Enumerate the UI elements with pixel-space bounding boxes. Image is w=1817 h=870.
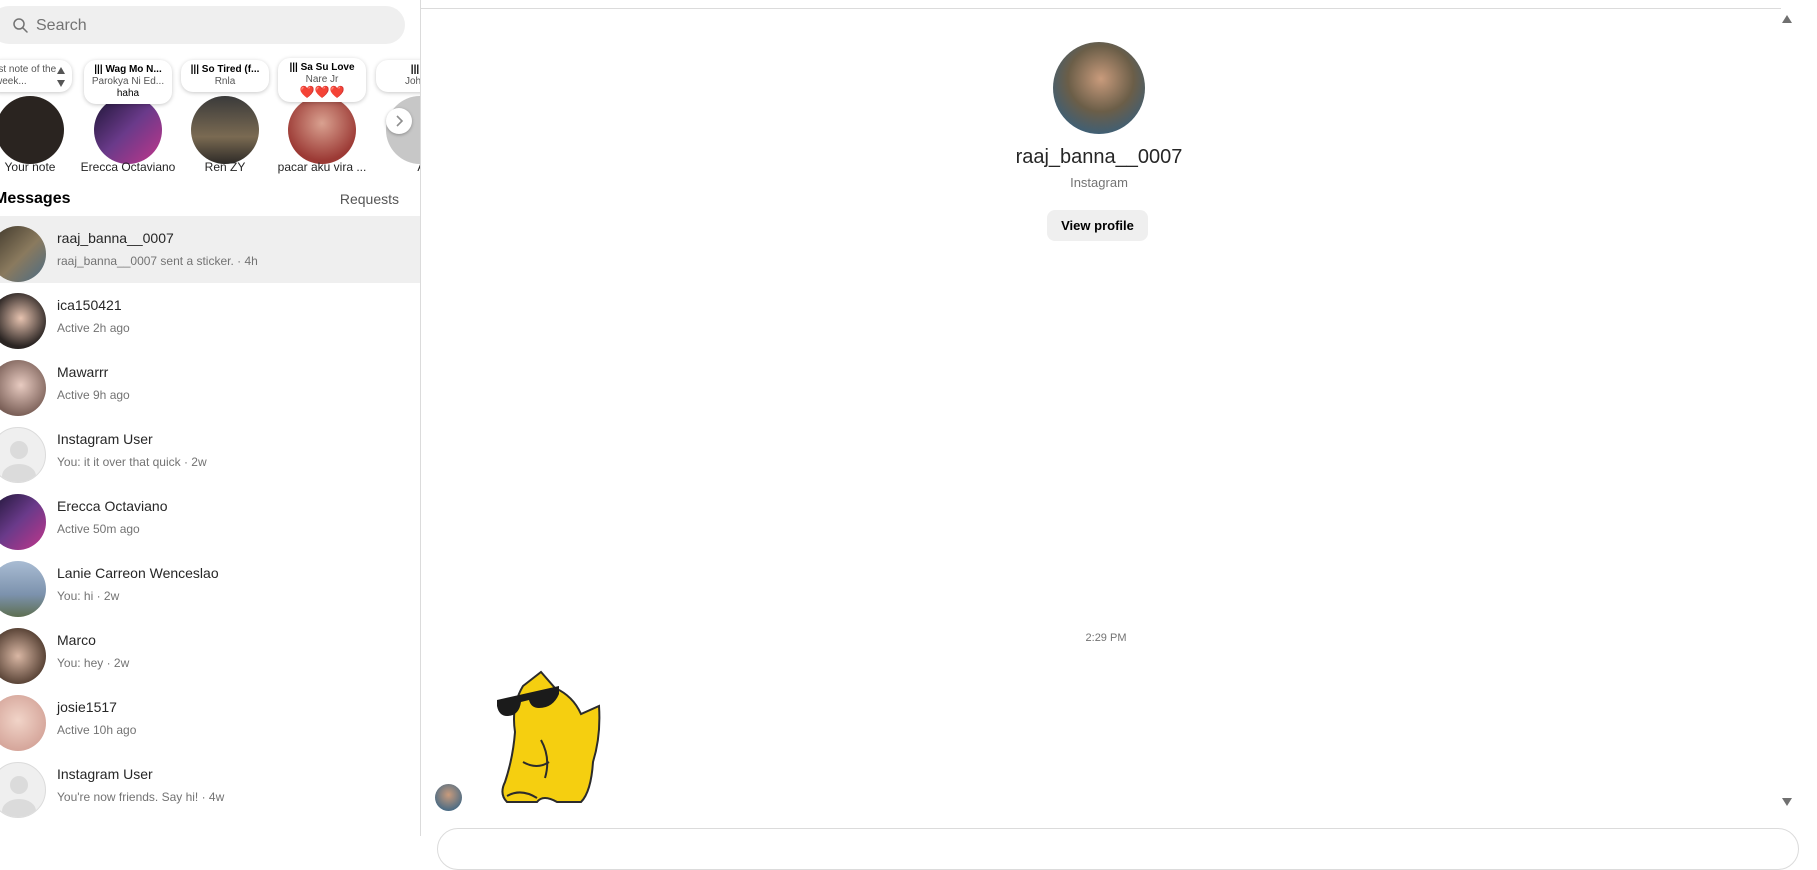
message-composer[interactable] xyxy=(437,828,1799,870)
conversation-avatar xyxy=(0,695,46,751)
conversation-preview: Active 50m ago xyxy=(57,522,140,536)
note-song: Sa Su Love xyxy=(300,62,355,73)
conversation-preview: You: hi · 2w xyxy=(57,589,120,603)
conversation-name: Lanie Carreon Wenceslao xyxy=(57,565,219,581)
conversation-row[interactable]: Lanie Carreon Wenceslao You: hi · 2w xyxy=(0,551,420,618)
conversation-avatar xyxy=(0,628,46,684)
note-bubble: ||| Sa Su Love Nare Jr ❤️❤️❤️ xyxy=(278,58,366,102)
note-extra: haha xyxy=(116,88,140,99)
music-icon: ||| xyxy=(410,64,420,75)
note-item[interactable]: ||| Wag Mo N... Parokya Ni Ed... haha Er… xyxy=(78,56,178,180)
header-divider xyxy=(421,8,1781,9)
conversation-avatar xyxy=(0,226,46,282)
conversation-preview: You: hey · 2w xyxy=(57,656,130,670)
notes-next-button[interactable] xyxy=(386,108,412,134)
conversation-row[interactable]: Mawarrr Active 9h ago xyxy=(0,350,420,417)
search-icon xyxy=(13,18,28,33)
conversation-preview: You're now friends. Say hi! · 4w xyxy=(57,790,225,804)
messages-header: Messages Requests xyxy=(0,190,399,210)
sort-arrows-icon xyxy=(57,67,65,87)
conversation-row[interactable]: josie1517 Active 10h ago xyxy=(0,685,420,752)
note-item[interactable]: ||| Sa Su Love Nare Jr ❤️❤️❤️ pacar aku … xyxy=(272,56,372,180)
sender-avatar xyxy=(435,784,462,811)
conversation-name: Mawarrr xyxy=(57,364,109,380)
conversation-preview: Active 9h ago xyxy=(57,388,130,402)
chat-panel: raaj_banna__0007 Instagram View profile … xyxy=(421,0,1817,870)
conversation-name: Instagram User xyxy=(57,766,153,782)
note-song: So Tired (f... xyxy=(201,64,260,75)
profile-username: raaj_banna__0007 xyxy=(1015,146,1183,168)
note-avatar xyxy=(0,96,64,164)
conversation-preview: You: it it over that quick · 2w xyxy=(57,455,207,469)
profile-subtitle: Instagram xyxy=(1070,175,1128,190)
chevron-right-icon xyxy=(396,115,404,127)
conversation-row[interactable]: Instagram User You're now friends. Say h… xyxy=(0,752,420,819)
profile-avatar[interactable] xyxy=(1053,42,1145,134)
note-bubble: ||| So Tired (f... Rnla xyxy=(181,60,269,92)
requests-link[interactable]: Requests xyxy=(340,191,399,207)
default-avatar-icon xyxy=(0,427,46,483)
conversation-row[interactable]: ica150421 Active 2h ago xyxy=(0,283,420,350)
conversation-avatar xyxy=(0,561,46,617)
scroll-up-arrow-icon[interactable] xyxy=(1781,14,1793,24)
conversation-preview: raaj_banna__0007 sent a sticker. · 4h xyxy=(57,254,258,268)
note-name: pacar aku vira ... xyxy=(277,160,367,174)
search-bar[interactable] xyxy=(0,6,405,46)
note-bubble: rst note of the week... xyxy=(0,60,72,92)
conversation-name: Marco xyxy=(57,632,96,648)
conversation-row[interactable]: raaj_banna__0007 raaj_banna__0007 sent a… xyxy=(0,216,420,283)
message-timestamp: 2:29 PM xyxy=(1085,632,1127,644)
scroll-down-arrow-icon[interactable] xyxy=(1781,797,1793,807)
note-artist: Parokya Ni Ed... xyxy=(91,76,165,87)
note-bubble: ||| Wag Mo N... Parokya Ni Ed... haha xyxy=(84,60,172,104)
music-icon: ||| xyxy=(94,64,103,75)
note-avatar xyxy=(288,96,356,164)
note-artist: Rnla xyxy=(214,76,236,87)
note-song: Wag Mo N... xyxy=(105,64,162,75)
yellow-cat-sunglasses-sticker-icon xyxy=(497,670,601,803)
conversation-avatar xyxy=(0,293,46,349)
sticker-message[interactable] xyxy=(493,666,603,806)
note-bubble: ||| H John L xyxy=(376,60,420,92)
conversation-name: josie1517 xyxy=(57,699,117,715)
music-icon: ||| xyxy=(289,62,298,73)
conversation-avatar xyxy=(0,494,46,550)
note-artist: John L xyxy=(404,76,420,87)
conversation-name: raaj_banna__0007 xyxy=(57,230,174,246)
conversation-row[interactable]: Marco You: hey · 2w xyxy=(0,618,420,685)
conversation-row[interactable]: Erecca Octaviano Active 50m ago xyxy=(0,484,420,551)
conversation-name: ica150421 xyxy=(57,297,122,313)
note-name: Abi xyxy=(366,160,420,174)
search-input[interactable] xyxy=(34,6,378,46)
music-icon: ||| xyxy=(190,64,199,75)
note-avatar xyxy=(94,96,162,164)
conversation-row[interactable]: Instagram User You: it it over that quic… xyxy=(0,417,420,484)
inbox-panel: rst note of the week... Your note ||| Wa… xyxy=(0,0,420,836)
conversation-avatar xyxy=(0,360,46,416)
default-avatar-icon xyxy=(0,762,46,818)
conversation-name: Instagram User xyxy=(57,431,153,447)
conversation-preview: Active 10h ago xyxy=(57,723,137,737)
conversation-preview: Active 2h ago xyxy=(57,321,130,335)
messages-title: Messages xyxy=(0,190,71,207)
conversation-name: Erecca Octaviano xyxy=(57,498,168,514)
note-extra: ❤️❤️❤️ xyxy=(299,85,345,99)
notes-tray: rst note of the week... Your note ||| Wa… xyxy=(0,56,420,180)
note-item[interactable]: ||| So Tired (f... Rnla Ren ZY xyxy=(175,56,275,180)
view-profile-button[interactable]: View profile xyxy=(1047,210,1148,241)
note-avatar xyxy=(191,96,259,164)
